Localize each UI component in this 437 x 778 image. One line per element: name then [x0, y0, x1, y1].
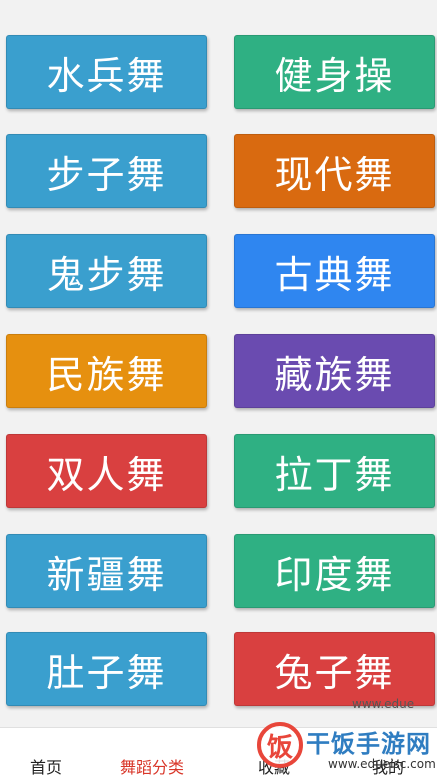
category-button-lading[interactable]: 拉丁舞 — [234, 434, 435, 508]
category-button-duzi[interactable]: 肚子舞 — [6, 632, 207, 706]
watermark-url-partial: www.edue — [352, 697, 415, 711]
category-button-buzi[interactable]: 步子舞 — [6, 134, 207, 208]
category-button-gudian[interactable]: 古典舞 — [234, 234, 435, 308]
watermark-logo-char: 饭 — [266, 732, 293, 763]
category-button-shuibing[interactable]: 水兵舞 — [6, 35, 207, 109]
dance-category-grid: 水兵舞 健身操 步子舞 现代舞 鬼步舞 古典舞 民族舞 藏族舞 双人舞 拉丁舞 … — [0, 0, 437, 720]
category-button-tuzi[interactable]: 兔子舞 — [234, 632, 435, 706]
category-button-guibu[interactable]: 鬼步舞 — [6, 234, 207, 308]
category-button-minzu[interactable]: 民族舞 — [6, 334, 207, 408]
tab-dance-categories[interactable]: 舞蹈分类 — [120, 754, 184, 778]
category-button-jianshencao[interactable]: 健身操 — [234, 35, 435, 109]
watermark-title: 干饭手游网 — [306, 730, 431, 758]
tab-home[interactable]: 首页 — [30, 754, 62, 778]
category-button-shuangren[interactable]: 双人舞 — [6, 434, 207, 508]
category-button-xiandai[interactable]: 现代舞 — [234, 134, 435, 208]
category-button-yindu[interactable]: 印度舞 — [234, 534, 435, 608]
watermark-logo-icon: 饭 — [257, 722, 303, 768]
watermark-url: www.edueisc.com — [328, 757, 436, 771]
category-button-zangzu[interactable]: 藏族舞 — [234, 334, 435, 408]
category-button-xinjiang[interactable]: 新疆舞 — [6, 534, 207, 608]
